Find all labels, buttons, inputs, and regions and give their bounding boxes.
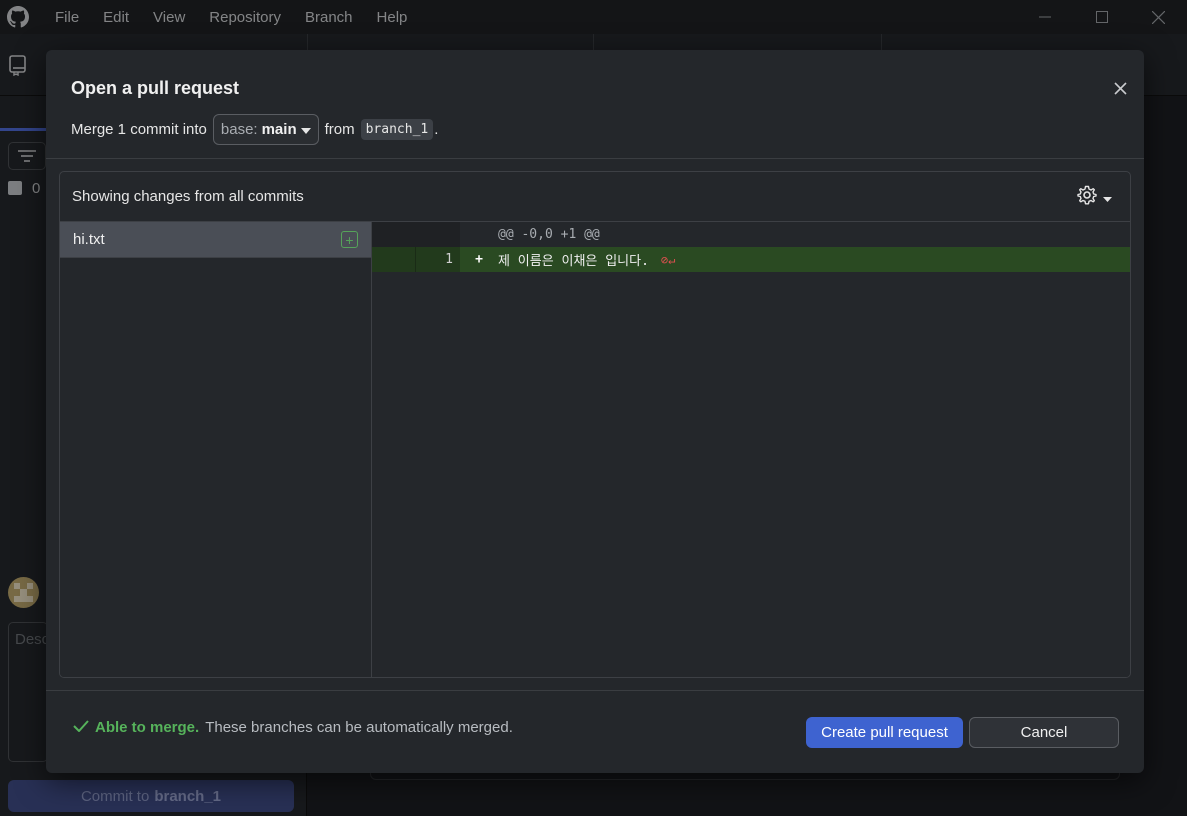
diff-view: @@ -0,0 +1 @@ 1 + 제 이름은 이채은 입니다. ⊘↵	[372, 222, 1130, 677]
chevron-down-icon	[300, 121, 311, 138]
merge-status-description: These branches can be automatically merg…	[205, 719, 513, 736]
merge-summary-text: Merge 1 commit into	[71, 121, 207, 138]
old-line-gutter	[372, 222, 416, 247]
merge-summary: Merge 1 commit into base: main from bran…	[71, 114, 438, 145]
check-icon	[73, 719, 89, 736]
merge-status: Able to merge. These branches can be aut…	[73, 719, 513, 736]
header-divider	[46, 158, 1144, 159]
hunk-header: @@ -0,0 +1 @@	[498, 227, 600, 242]
merge-status-title: Able to merge.	[95, 719, 200, 736]
base-value: main	[261, 121, 297, 138]
gear-icon	[1077, 185, 1097, 209]
hunk-header-row: @@ -0,0 +1 @@	[372, 222, 1130, 247]
chevron-down-icon	[1103, 189, 1112, 206]
diff-added-line[interactable]: 1 + 제 이름은 이채은 입니다. ⊘↵	[372, 247, 1130, 272]
changes-panel: Showing changes from all commits hi.txt …	[59, 171, 1131, 678]
file-name: hi.txt	[73, 231, 105, 248]
open-pull-request-dialog: Open a pull request Merge 1 commit into …	[46, 50, 1144, 773]
changes-header-text: Showing changes from all commits	[72, 188, 304, 205]
file-added-icon: +	[341, 231, 358, 248]
changes-header: Showing changes from all commits	[60, 172, 1130, 222]
from-label: from	[324, 121, 355, 138]
summary-period: .	[434, 121, 439, 138]
head-branch-chip: branch_1	[360, 119, 434, 140]
close-icon[interactable]	[1110, 78, 1130, 98]
file-list-item[interactable]: hi.txt +	[60, 222, 371, 258]
footer-divider	[46, 690, 1144, 691]
diff-line-text: 제 이름은 이채은 입니다.	[498, 254, 649, 269]
file-list: hi.txt +	[60, 222, 372, 677]
old-line-number	[372, 247, 416, 272]
new-line-number: 1	[416, 247, 460, 272]
base-label: base:	[220, 121, 258, 138]
diff-sign: +	[475, 252, 483, 267]
dialog-title: Open a pull request	[71, 78, 240, 98]
cancel-button[interactable]: Cancel	[969, 717, 1119, 748]
create-pull-request-button[interactable]: Create pull request	[806, 717, 963, 748]
new-line-gutter	[416, 222, 460, 247]
base-branch-select[interactable]: base: main	[212, 114, 319, 145]
no-newline-icon: ⊘↵	[660, 252, 676, 267]
diff-options-button[interactable]	[1077, 185, 1112, 209]
